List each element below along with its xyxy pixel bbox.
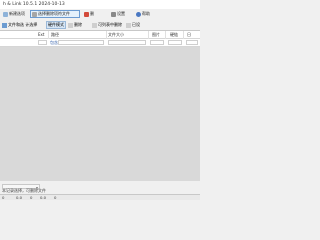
delete-tab-icon xyxy=(68,22,73,28)
new-icon xyxy=(3,11,8,17)
tab-delete[interactable]: 删除 xyxy=(68,21,82,29)
path-filter-value[interactable]: 包含 xyxy=(50,40,58,46)
delete-icon xyxy=(84,11,89,17)
help-label: 帮助 xyxy=(142,11,150,16)
column-file-size[interactable]: 文件大小 xyxy=(108,32,124,38)
column-hardlink[interactable]: 硬链 xyxy=(170,32,178,38)
status-seg-1: 0 xyxy=(2,195,5,200)
tab-hardlink-mode-label: 硬件模式 xyxy=(48,22,64,27)
delete-button[interactable]: 删 xyxy=(84,10,94,18)
tab-remove-from-list-label: 可列表中删除 xyxy=(98,22,122,27)
grid-header: Ext 路径 文件大小 图片 硬链 日 xyxy=(0,31,200,39)
hardlink-filter-input[interactable] xyxy=(168,40,182,45)
tab-set[interactable]: 已设 xyxy=(126,21,140,29)
size-filter-input[interactable] xyxy=(108,40,146,45)
status-seg-4: 0.0 xyxy=(40,195,47,200)
filter-row: 包含 xyxy=(0,39,200,47)
status-seg-5: 0 xyxy=(54,195,57,200)
status-seg-2: 0.0 xyxy=(16,195,23,200)
status-seg-3: 0 xyxy=(30,195,33,200)
files-filter-tab[interactable]: 文件和选 计选择 xyxy=(2,21,37,29)
select-icon xyxy=(32,11,37,17)
path-filter-input[interactable] xyxy=(58,40,104,45)
tab-hardlink-mode[interactable]: 硬件模式 xyxy=(46,21,66,29)
settings-label: 设置 xyxy=(117,11,125,16)
list-icon xyxy=(92,22,97,28)
tab-remove-from-list[interactable]: 可列表中删除 xyxy=(92,21,122,29)
set-icon xyxy=(126,22,131,28)
tab-delete-label: 删除 xyxy=(74,22,82,27)
new-options-label: 新建选项 xyxy=(9,11,25,16)
date-filter-input[interactable] xyxy=(186,40,198,45)
main-toolbar: 新建选项 选择删除项符文件 删 设置 帮助 xyxy=(0,9,200,19)
status-bar: 0 0.0 0 0.0 0 xyxy=(0,194,200,200)
window-title: h & Link 10.5.1 2024-10-13 xyxy=(3,2,65,7)
help-icon xyxy=(136,11,141,17)
column-image[interactable]: 图片 xyxy=(152,32,160,38)
select-delete-button[interactable]: 选择删除项符文件 xyxy=(30,10,80,18)
new-options-button[interactable]: 新建选项 xyxy=(3,10,25,18)
ext-filter-input[interactable] xyxy=(38,40,47,45)
files-icon xyxy=(2,22,7,28)
title-bar: h & Link 10.5.1 2024-10-13 xyxy=(0,0,200,9)
files-filter-label: 文件和选 计选择 xyxy=(8,22,38,27)
delete-label: 删 xyxy=(90,11,94,16)
column-path[interactable]: 路径 xyxy=(51,32,59,38)
gear-icon xyxy=(111,11,116,17)
select-delete-label: 选择删除项符文件 xyxy=(38,11,70,16)
help-button[interactable]: 帮助 xyxy=(136,10,150,18)
settings-button[interactable]: 设置 xyxy=(111,10,125,18)
column-ext[interactable]: Ext xyxy=(38,32,44,37)
image-filter-input[interactable] xyxy=(150,40,164,45)
tab-set-label: 已设 xyxy=(132,22,140,27)
results-grid[interactable]: Ext 路径 文件大小 图片 硬链 日 包含 xyxy=(0,30,200,181)
grid-body[interactable] xyxy=(0,47,200,181)
column-date[interactable]: 日 xyxy=(187,32,191,38)
